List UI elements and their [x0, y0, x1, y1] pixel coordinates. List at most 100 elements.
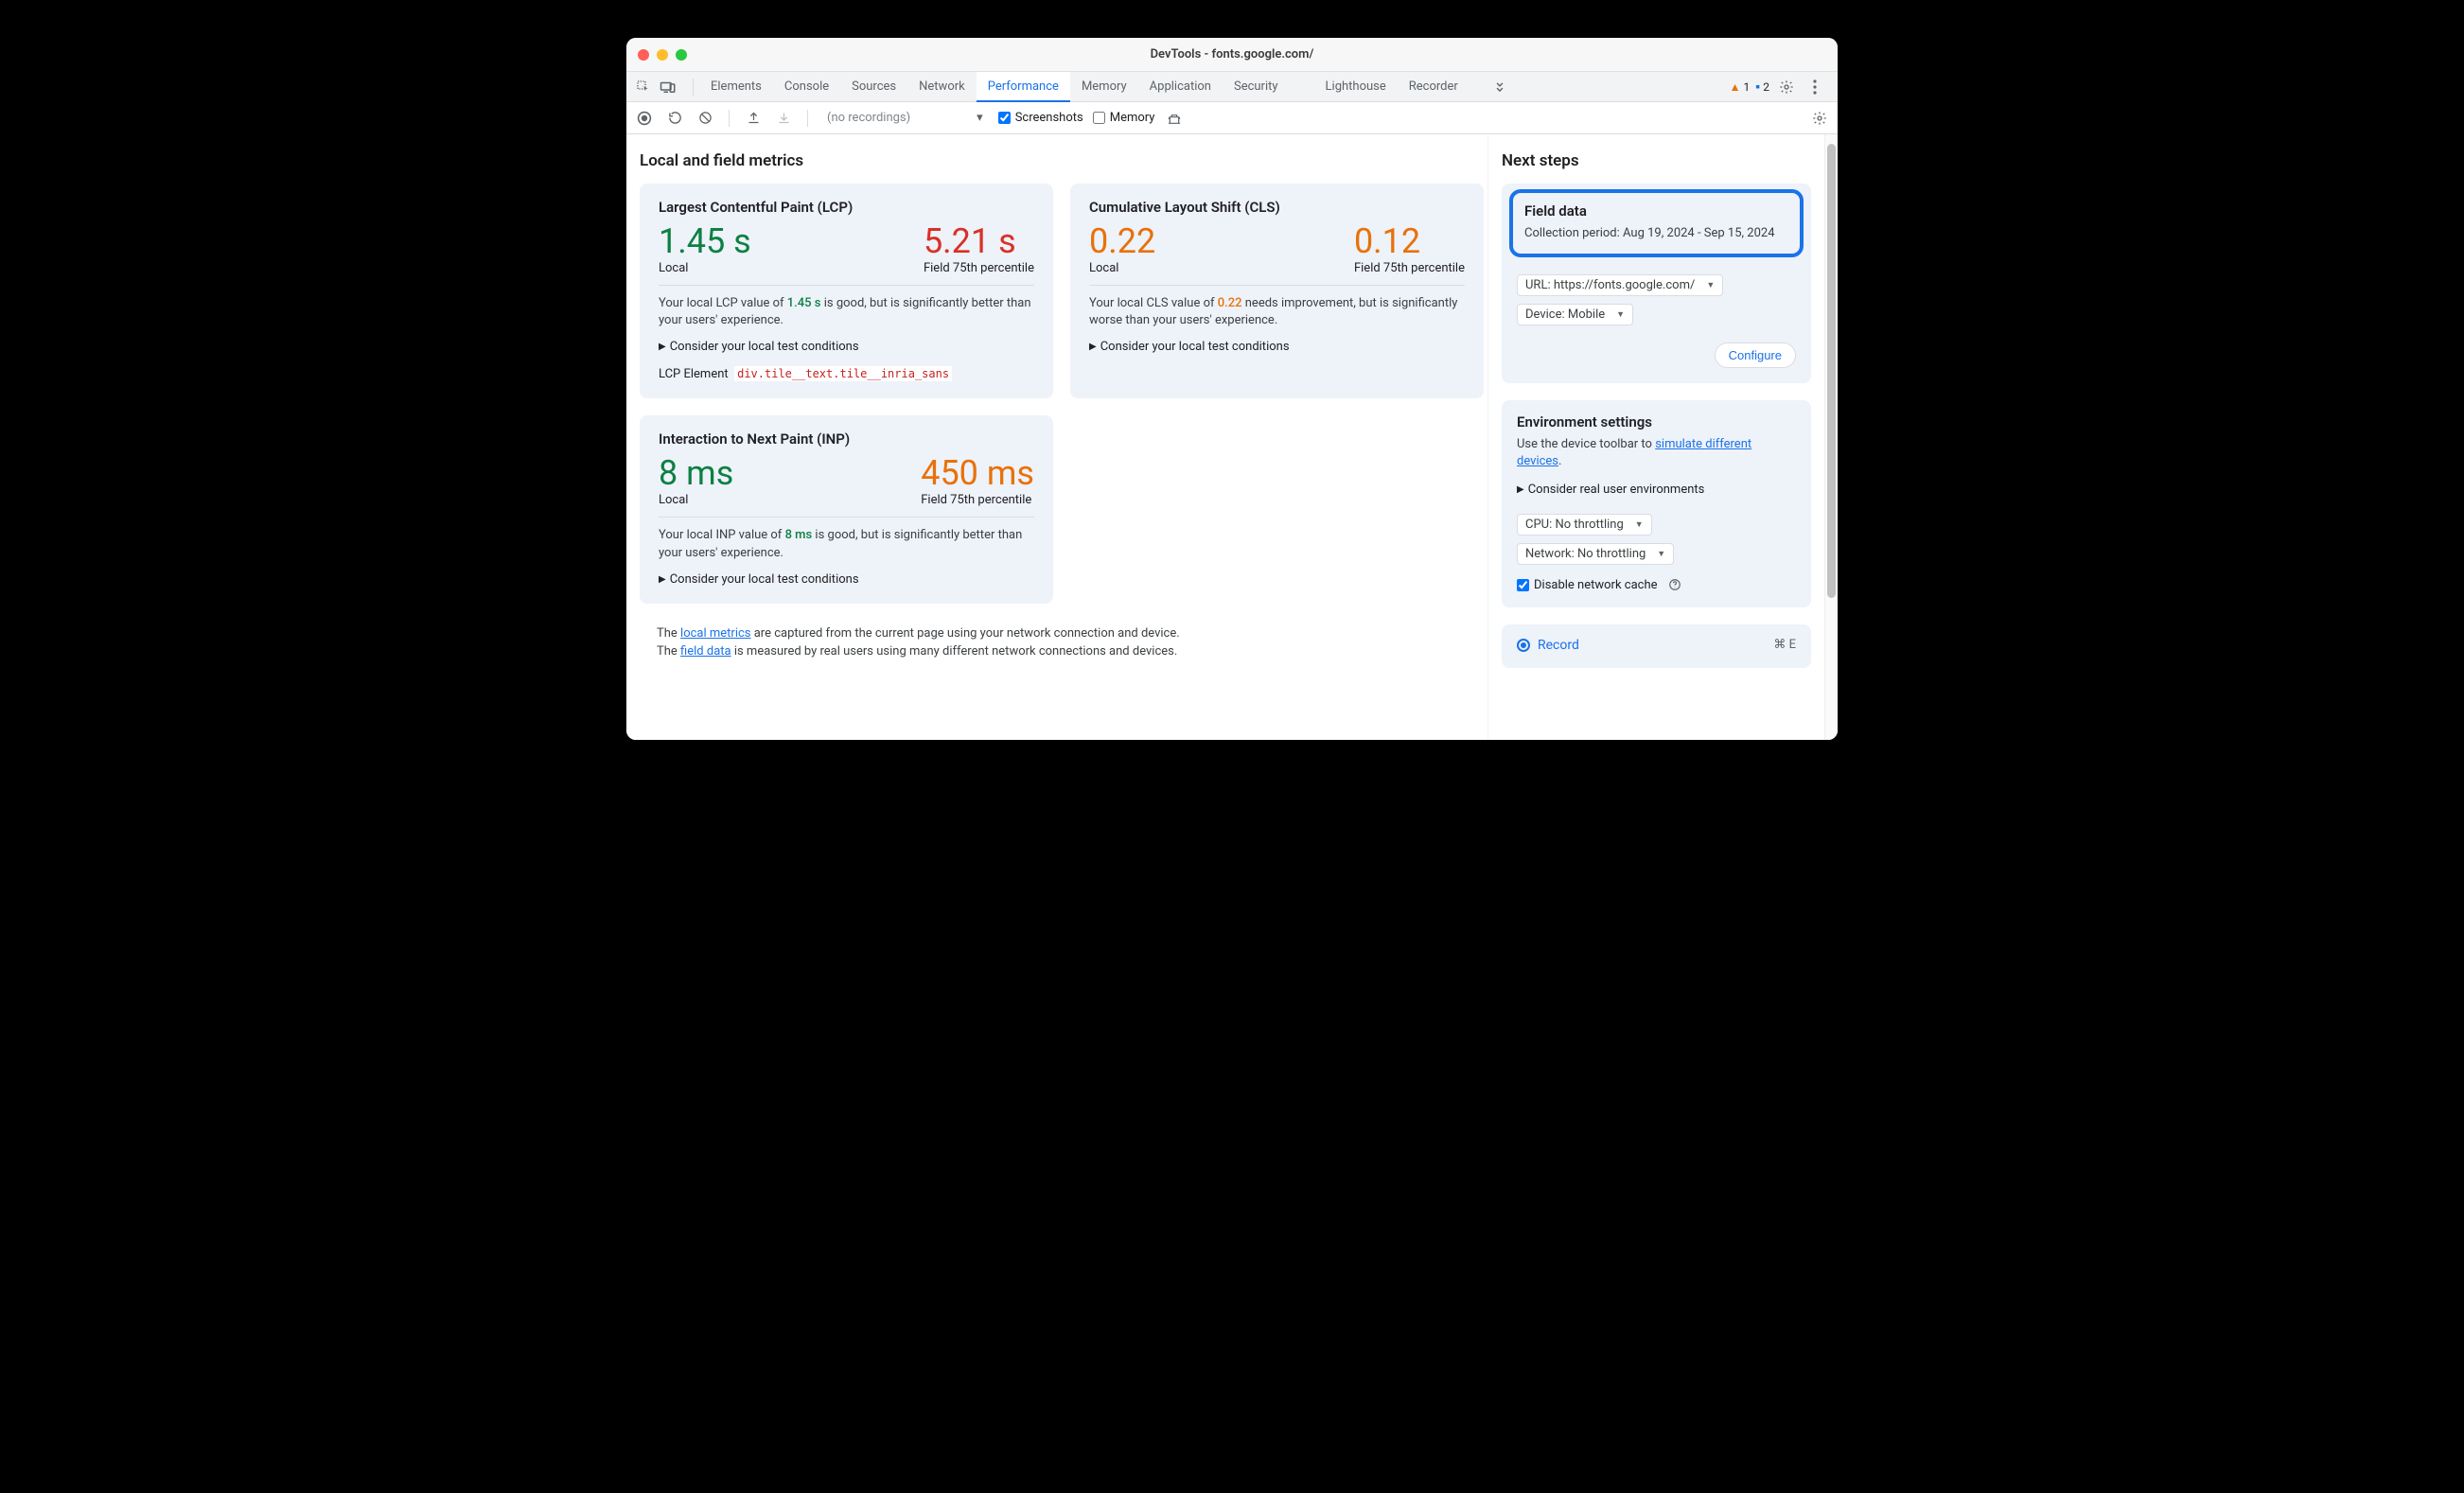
inp-card: Interaction to Next Paint (INP) 8 ms Loc…: [640, 415, 1053, 603]
tab-elements[interactable]: Elements: [699, 72, 773, 102]
titlebar: DevTools - fonts.google.com/: [626, 38, 1838, 72]
cls-title: Cumulative Layout Shift (CLS): [1089, 199, 1465, 216]
record-dot-icon: [1517, 639, 1530, 652]
lcp-element-selector[interactable]: div.tile__text.tile__inria_sans: [734, 366, 952, 381]
lcp-field-value: 5.21 s: [924, 223, 1034, 261]
inp-consider-disclosure[interactable]: Consider your local test conditions: [659, 572, 1034, 587]
cls-consider-disclosure[interactable]: Consider your local test conditions: [1089, 340, 1465, 354]
tab-lighthouse[interactable]: Lighthouse: [1314, 72, 1398, 102]
url-select[interactable]: URL: https://fonts.google.com/▼: [1517, 274, 1723, 296]
screenshots-label: Screenshots: [1015, 111, 1083, 125]
main-panel: Local and field metrics Largest Contentf…: [626, 134, 1488, 740]
device-select[interactable]: Device: Mobile▼: [1517, 304, 1633, 325]
recordings-placeholder: (no recordings): [827, 111, 910, 125]
consider-environments-disclosure[interactable]: Consider real user environments: [1517, 483, 1796, 497]
cls-field-label: Field 75th percentile: [1354, 261, 1465, 275]
configure-button[interactable]: Configure: [1715, 343, 1796, 368]
devtools-window: DevTools - fonts.google.com/ Elements Co…: [626, 38, 1838, 740]
cls-description: Your local CLS value of 0.22 needs impro…: [1089, 295, 1465, 331]
memory-checkbox[interactable]: Memory: [1093, 111, 1155, 125]
field-data-card: Field data Collection period: Aug 19, 20…: [1502, 184, 1811, 383]
inp-local-label: Local: [659, 493, 733, 507]
memory-checkbox-input[interactable]: [1093, 112, 1105, 124]
tab-recorder[interactable]: Recorder: [1398, 72, 1470, 102]
record-shortcut: ⌘ E: [1773, 638, 1796, 652]
dropdown-caret-icon: ▼: [1616, 309, 1625, 320]
local-metrics-link[interactable]: local metrics: [680, 626, 750, 641]
help-icon[interactable]: [1668, 578, 1681, 591]
footer-note: The local metrics are captured from the …: [640, 624, 1484, 661]
separator: [693, 79, 694, 96]
dropdown-caret-icon: ▼: [1706, 280, 1715, 290]
warning-icon: ▲: [1730, 80, 1741, 94]
main-heading: Local and field metrics: [640, 151, 1484, 170]
dropdown-caret-icon: ▾: [977, 111, 983, 125]
message-icon: ▪: [1755, 79, 1760, 95]
lcp-card: Largest Contentful Paint (LCP) 1.45 s Lo…: [640, 184, 1053, 398]
scrollbar-thumb[interactable]: [1827, 144, 1836, 598]
cls-local-value: 0.22: [1089, 223, 1155, 261]
settings-icon[interactable]: [1775, 76, 1798, 98]
tab-security[interactable]: Security: [1223, 72, 1290, 102]
lcp-local-label: Local: [659, 261, 751, 275]
tab-console[interactable]: Console: [773, 72, 840, 102]
cls-field-value: 0.12: [1354, 223, 1465, 261]
panel-settings-icon[interactable]: [1809, 108, 1830, 129]
separator: [729, 110, 730, 127]
disable-cache-label: Disable network cache: [1534, 578, 1658, 592]
screenshots-checkbox-input[interactable]: [998, 112, 1011, 124]
device-toolbar-icon[interactable]: [657, 76, 679, 98]
clear-icon[interactable]: [695, 108, 715, 129]
memory-label: Memory: [1110, 111, 1155, 125]
lcp-local-value: 1.45 s: [659, 223, 751, 261]
garbage-collect-icon[interactable]: [1164, 108, 1185, 129]
field-data-link[interactable]: field data: [680, 644, 731, 659]
inp-local-value: 8 ms: [659, 455, 733, 493]
record-card: Record ⌘ E: [1502, 624, 1811, 668]
performance-toolbar: (no recordings) ▾ Screenshots Memory: [626, 102, 1838, 134]
lcp-title: Largest Contentful Paint (LCP): [659, 199, 1034, 216]
network-throttle-select[interactable]: Network: No throttling▼: [1517, 543, 1674, 565]
lcp-element-label: LCP Element: [659, 367, 729, 381]
cls-card: Cumulative Layout Shift (CLS) 0.22 Local…: [1070, 184, 1484, 398]
window-title: DevTools - fonts.google.com/: [626, 47, 1838, 61]
screenshots-checkbox[interactable]: Screenshots: [998, 111, 1083, 125]
field-data-title: Field data: [1524, 202, 1788, 220]
inp-title: Interaction to Next Paint (INP): [659, 430, 1034, 448]
record-label: Record: [1538, 638, 1579, 653]
scrollbar[interactable]: [1824, 134, 1838, 740]
warnings-badge[interactable]: ▲ 1: [1730, 80, 1751, 94]
environment-card: Environment settings Use the device tool…: [1502, 400, 1811, 606]
inspect-element-icon[interactable]: [632, 76, 655, 98]
record-icon[interactable]: [634, 108, 655, 129]
tabs: Elements Console Sources Network Perform…: [699, 72, 1470, 101]
tab-sources[interactable]: Sources: [840, 72, 907, 102]
kebab-menu-icon[interactable]: [1804, 76, 1826, 98]
field-data-highlight: Field data Collection period: Aug 19, 20…: [1509, 189, 1804, 257]
environment-title: Environment settings: [1517, 413, 1796, 430]
separator: [807, 110, 808, 127]
download-icon: [773, 108, 794, 129]
lcp-element-row: LCP Element div.tile__text.tile__inria_s…: [659, 367, 1034, 381]
lcp-consider-disclosure[interactable]: Consider your local test conditions: [659, 340, 1034, 354]
messages-badge[interactable]: ▪ 2: [1755, 79, 1769, 95]
window-close-button[interactable]: [638, 49, 649, 61]
tab-performance[interactable]: Performance: [977, 72, 1070, 102]
disable-cache-checkbox[interactable]: Disable network cache: [1517, 578, 1796, 592]
devtools-tabbar: Elements Console Sources Network Perform…: [626, 72, 1838, 102]
record-button[interactable]: Record: [1517, 638, 1579, 653]
recordings-dropdown[interactable]: (no recordings) ▾: [821, 109, 989, 127]
tab-memory[interactable]: Memory: [1070, 72, 1138, 102]
upload-icon[interactable]: [743, 108, 764, 129]
dropdown-caret-icon: ▼: [1657, 549, 1665, 559]
more-tabs-icon[interactable]: [1488, 76, 1511, 98]
window-maximize-button[interactable]: [676, 49, 687, 61]
window-minimize-button[interactable]: [657, 49, 668, 61]
reload-record-icon[interactable]: [664, 108, 685, 129]
cpu-throttle-select[interactable]: CPU: No throttling▼: [1517, 514, 1652, 536]
disable-cache-input[interactable]: [1517, 579, 1529, 591]
tab-application[interactable]: Application: [1138, 72, 1223, 102]
content-area: Local and field metrics Largest Contentf…: [626, 134, 1838, 740]
inp-field-value: 450 ms: [921, 455, 1034, 493]
tab-network[interactable]: Network: [907, 72, 977, 102]
